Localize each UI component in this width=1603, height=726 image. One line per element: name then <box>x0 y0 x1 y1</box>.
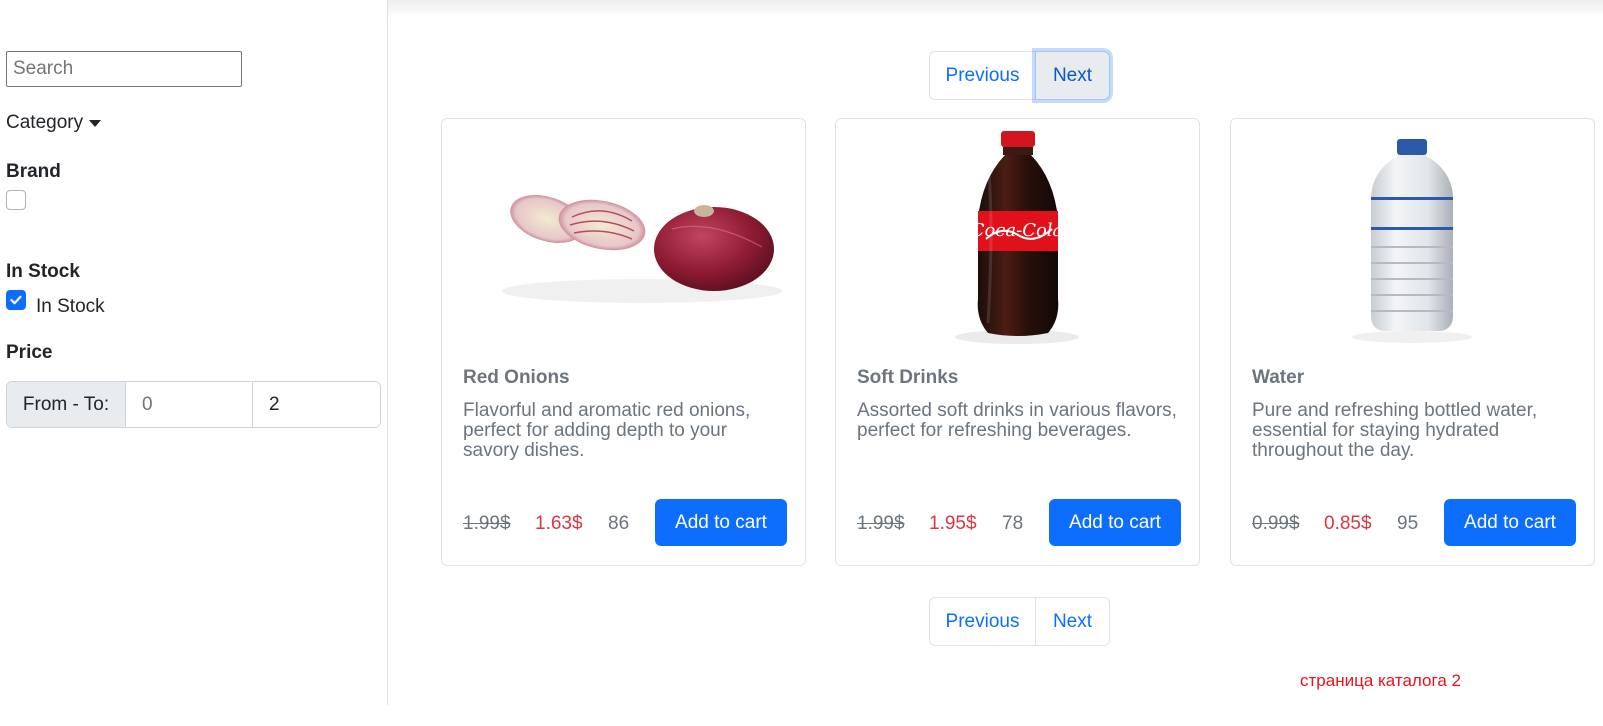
red-onion-image <box>502 195 782 303</box>
cola-bottle-image: Coca-Cola <box>955 131 1079 344</box>
in-stock-heading: In Stock <box>6 261 80 282</box>
previous-page-button[interactable]: Previous <box>930 598 1036 645</box>
product-stock-count: 86 <box>608 513 630 534</box>
product-price: 1.63$ <box>535 513 583 534</box>
product-description: Flavorful and aromatic red onions, perfe… <box>463 400 751 461</box>
product-card: Water Pure and refreshing bottled water,… <box>1230 118 1595 566</box>
in-stock-checkbox[interactable] <box>6 290 26 310</box>
catalog-page-note: страница каталога 2 <box>1300 671 1461 690</box>
product-name: Soft Drinks <box>857 367 959 388</box>
product-old-price: 1.99$ <box>463 513 511 534</box>
add-to-cart-button[interactable]: Add to cart <box>1444 499 1576 546</box>
product-description: Assorted soft drinks in various flavors,… <box>857 400 1177 441</box>
water-bottle-image <box>1352 139 1472 343</box>
pagination-top: Previous Next <box>929 51 1110 100</box>
previous-page-button[interactable]: Previous <box>930 52 1036 99</box>
price-range-label: From - To: <box>7 382 126 427</box>
next-page-button[interactable]: Next <box>1036 52 1109 99</box>
product-description: Pure and refreshing bottled water, essen… <box>1252 400 1538 461</box>
next-page-button[interactable]: Next <box>1036 598 1109 645</box>
brand-checkbox[interactable] <box>6 190 26 210</box>
category-dropdown-toggle[interactable]: Category <box>6 112 102 134</box>
add-to-cart-button[interactable]: Add to cart <box>1049 499 1181 546</box>
price-range-group: From - To: <box>6 381 381 428</box>
add-to-cart-button[interactable]: Add to cart <box>655 499 787 546</box>
product-card: Red Onions Flavorful and aromatic red on… <box>441 118 806 566</box>
product-card: Coca-Cola Soft Drinks Assorted soft drin… <box>835 118 1200 566</box>
caret-down-icon <box>89 120 102 127</box>
price-heading: Price <box>6 342 53 363</box>
product-old-price: 1.99$ <box>857 513 905 534</box>
price-from-input[interactable] <box>126 382 253 427</box>
brand-heading: Brand <box>6 161 61 182</box>
search-input[interactable] <box>6 51 242 87</box>
in-stock-label[interactable]: In Stock <box>36 296 105 318</box>
filter-sidebar: Category Brand In Stock In Stock Price F… <box>0 0 388 705</box>
product-stock-count: 78 <box>1002 513 1024 534</box>
product-price: 0.85$ <box>1324 513 1372 534</box>
product-stock-count: 95 <box>1397 513 1419 534</box>
svg-text:Coca-Cola: Coca-Cola <box>971 220 1064 241</box>
category-label: Category <box>6 112 84 133</box>
product-old-price: 0.99$ <box>1252 513 1300 534</box>
price-to-input[interactable] <box>253 382 380 427</box>
product-price: 1.95$ <box>929 513 977 534</box>
product-name: Red Onions <box>463 367 570 388</box>
header-shadow <box>388 0 1603 18</box>
pagination-bottom: Previous Next <box>929 597 1110 646</box>
checkmark-icon <box>10 295 22 305</box>
product-name: Water <box>1252 367 1305 388</box>
